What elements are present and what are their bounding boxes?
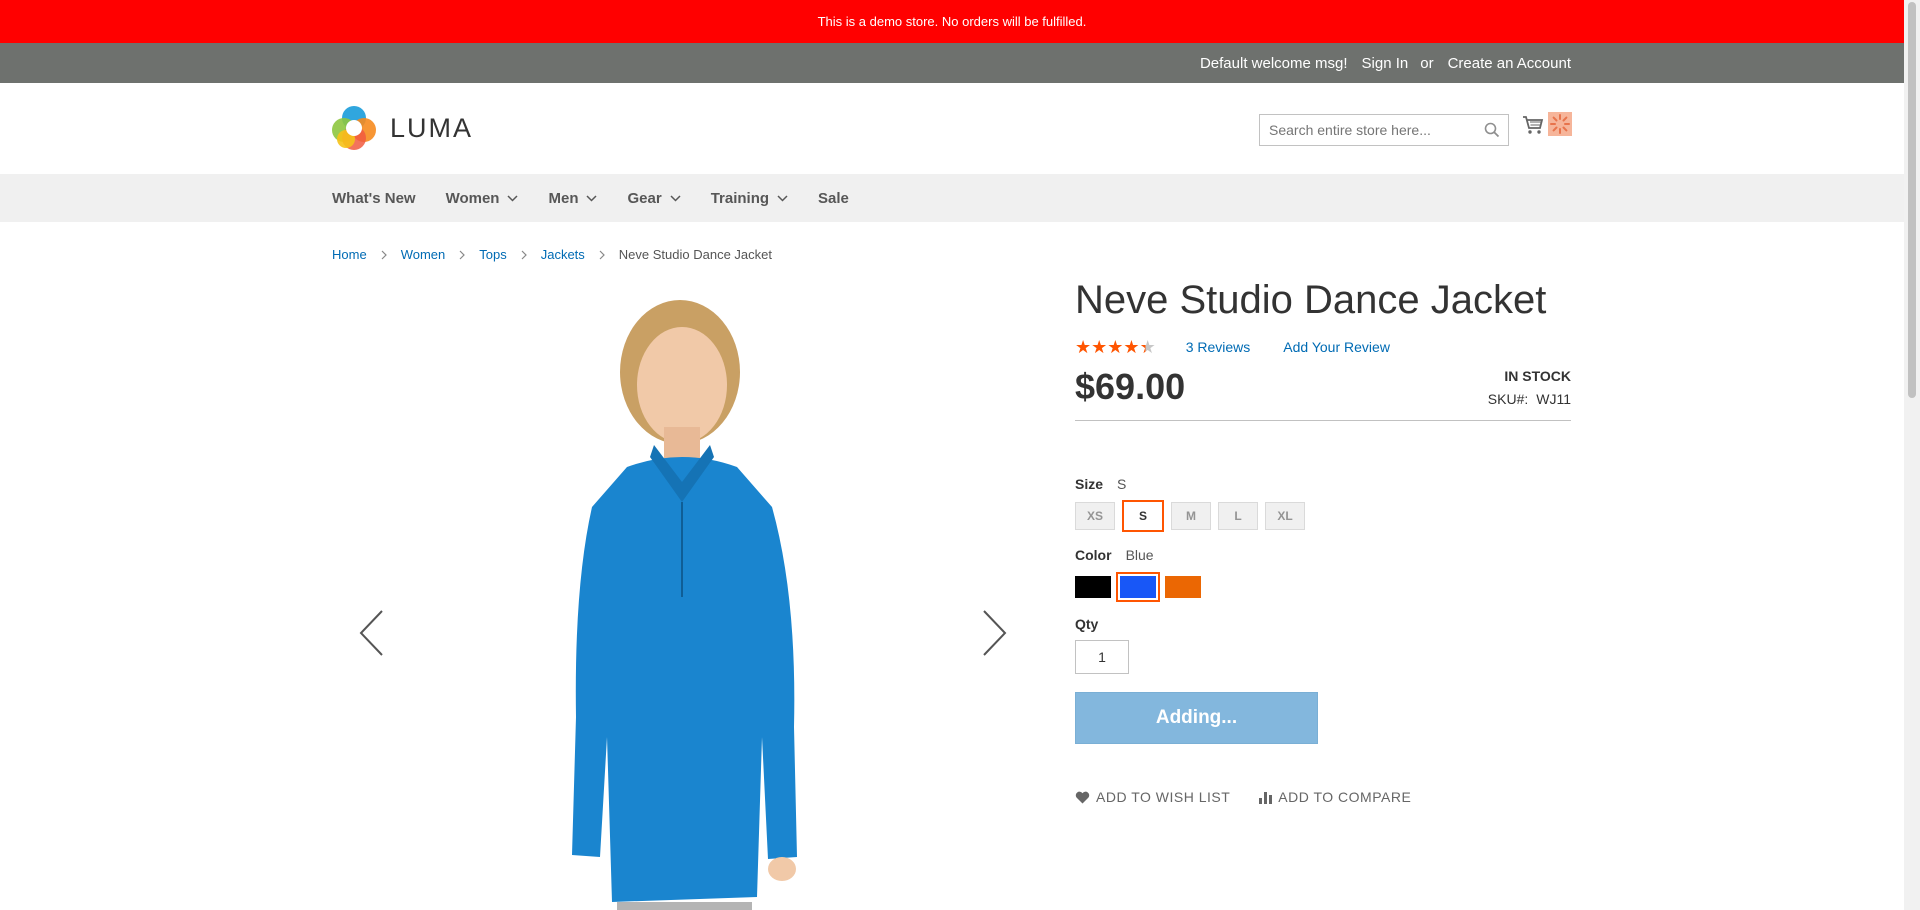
breadcrumb-tops[interactable]: Tops [479,247,506,262]
product-image[interactable] [532,297,832,910]
add-to-compare-link[interactable]: Add to Compare [1259,789,1411,805]
site-header: LUMA [0,83,1904,174]
create-account-link[interactable]: Create an Account [1448,55,1571,72]
breadcrumb-women[interactable]: Women [401,247,446,262]
color-swatch-black[interactable] [1075,576,1111,598]
demo-notice-text: This is a demo store. No orders will be … [817,14,1087,29]
luma-logo-icon [332,106,376,150]
nav-item-gear[interactable]: Gear [627,189,681,207]
color-label-row: Color Blue [1075,547,1571,563]
qty-label: Qty [1075,616,1099,632]
product-gallery [332,287,1022,910]
breadcrumb-current: Neve Studio Dance Jacket [618,247,772,262]
size-label-row: Size S [1075,476,1571,492]
product-actions: Add to Wish List Add to Compare [1075,789,1571,805]
page-scrollbar[interactable] [1904,0,1920,910]
breadcrumb-home[interactable]: Home [332,247,367,262]
reviews-link[interactable]: 3 Reviews [1186,339,1251,355]
size-option-xl[interactable]: XL [1265,502,1305,530]
star-icon: ★ [1123,337,1140,357]
star-half-icon: ★ [1139,337,1156,357]
nav-item-training[interactable]: Training [711,190,788,207]
stock-status: IN STOCK [1504,368,1571,384]
compare-icon [1259,791,1273,804]
star-icon: ★ [1107,337,1124,357]
chevron-right-icon [599,250,605,259]
size-option-m[interactable]: M [1171,502,1211,530]
color-selected-value: Blue [1125,547,1154,563]
color-swatch-orange[interactable] [1165,576,1201,598]
product-price: $69.00 [1075,366,1186,407]
color-label: Color [1075,547,1112,563]
search-icon[interactable] [1484,122,1500,138]
size-option-xs[interactable]: XS [1075,502,1115,530]
add-review-link[interactable]: Add Your Review [1283,339,1390,355]
loading-spinner-icon [1548,112,1572,136]
demo-notice: This is a demo store. No orders will be … [0,0,1904,43]
add-to-cart-button[interactable]: Adding... [1075,692,1318,744]
nav-item-label: What's New [332,189,416,207]
sku: SKU#: WJ11 [1488,391,1571,407]
size-option-s[interactable]: S [1122,500,1164,532]
chevron-down-icon [670,194,681,202]
rating-summary: ★ ★ ★ ★ ★ 3 Reviews Add Your Review [1075,338,1571,356]
logo[interactable]: LUMA [332,105,473,151]
page: This is a demo store. No orders will be … [0,0,1904,910]
logo-text: LUMA [390,112,474,143]
price-stock-row: $69.00 IN STOCK SKU#: WJ11 [1075,362,1571,421]
breadcrumb-jackets[interactable]: Jackets [541,247,585,262]
color-swatch-blue[interactable] [1116,572,1160,602]
star-icon: ★ [1075,337,1092,357]
chevron-down-icon [777,194,788,202]
sign-in-link[interactable]: Sign In [1362,55,1409,72]
nav-item-men[interactable]: Men [548,189,598,207]
main-nav: What's New Women Men Gear Training Sale [0,174,1904,222]
size-option-l[interactable]: L [1218,502,1258,530]
size-options: XS S M L XL [1075,500,1571,532]
wishlist-label: Add to Wish List [1096,789,1231,805]
gallery-prev-arrow-icon[interactable] [358,609,384,657]
chevron-down-icon [586,194,598,202]
chevron-right-icon [459,250,466,259]
breadcrumb: Home Women Tops Jackets Neve Studio Danc… [332,247,772,262]
sku-value: WJ11 [1536,391,1571,407]
rating-stars: ★ ★ ★ ★ ★ [1075,338,1156,356]
nav-item-label: Sale [818,189,849,207]
nav-item-label: Training [710,189,770,207]
or-text: or [1420,54,1434,72]
scrollbar-thumb[interactable] [1908,2,1916,398]
nav-item-sale[interactable]: Sale [818,190,849,207]
gallery-next-arrow-icon[interactable] [982,609,1008,657]
chevron-down-icon [507,194,519,202]
heart-icon [1075,791,1090,803]
nav-item-women[interactable]: Women [446,190,519,207]
nav-item-label: Gear [627,189,662,207]
sku-label: SKU#: [1487,391,1529,407]
size-label: Size [1075,476,1104,492]
search-input[interactable] [1260,121,1476,139]
header-links-bar: Default welcome msg! Sign In or Create a… [0,43,1904,83]
welcome-message: Default welcome msg! [1199,54,1348,72]
add-to-cart-label: Adding... [1155,707,1238,728]
product-info: Neve Studio Dance Jacket ★ ★ ★ ★ ★ 3 Rev… [1075,270,1571,805]
product-title: Neve Studio Dance Jacket [1075,278,1547,322]
nav-item-whats-new[interactable]: What's New [332,190,416,207]
chevron-right-icon [381,250,387,259]
add-to-wishlist-link[interactable]: Add to Wish List [1075,789,1230,805]
qty-input[interactable] [1075,640,1129,674]
search-box [1259,114,1509,146]
compare-label: Add to Compare [1278,789,1412,805]
color-options [1075,572,1571,602]
star-icon: ★ [1091,337,1108,357]
cart-icon[interactable] [1522,115,1544,135]
size-selected-value: S [1117,476,1127,492]
nav-item-label: Women [445,189,500,207]
nav-item-label: Men [548,189,579,207]
chevron-right-icon [521,250,527,259]
